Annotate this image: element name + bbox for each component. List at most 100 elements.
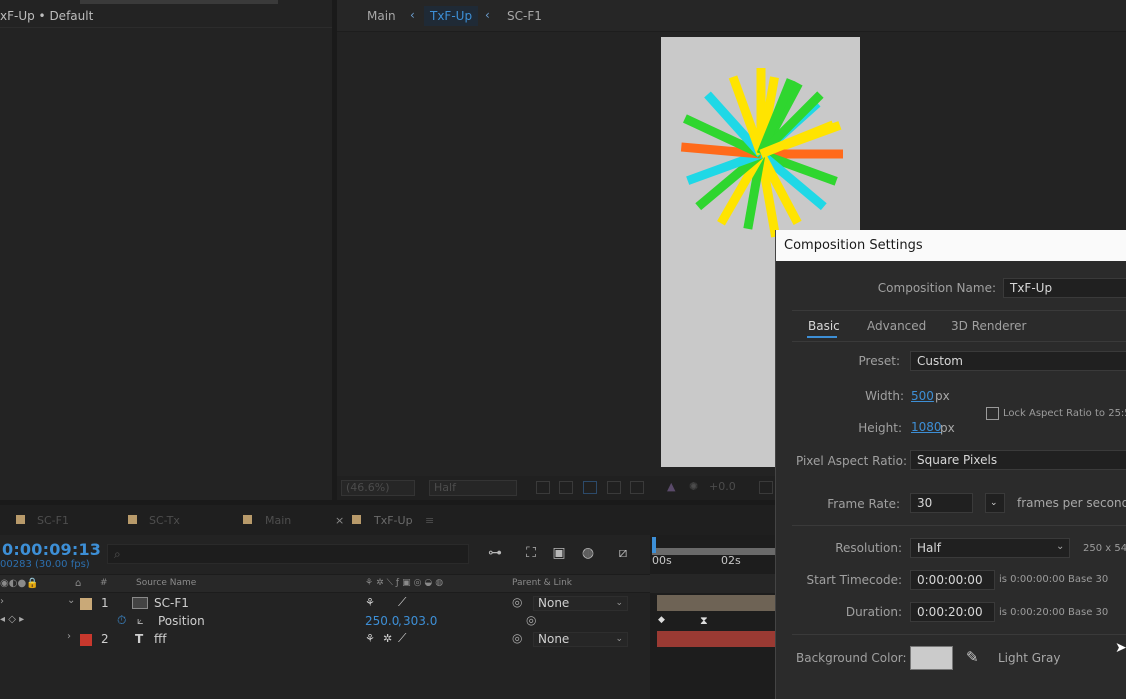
layer-number: 1 <box>101 596 109 610</box>
shy-switch-icon[interactable]: ⚘ <box>365 596 375 609</box>
resolution-label: Resolution: <box>835 541 902 555</box>
time-ruler[interactable]: 00s 02s <box>650 541 775 571</box>
layer-search-input[interactable]: ⌕ <box>107 544 469 564</box>
tab-main[interactable]: Main <box>265 514 291 527</box>
duration-input[interactable]: 0:00:20:00 <box>910 602 995 622</box>
divider <box>792 310 1126 311</box>
height-value-text[interactable]: 1080 <box>911 420 942 434</box>
timeline-time-graph[interactable]: 00s 02s ◆ ⧗ <box>650 535 775 699</box>
keyframe-icon[interactable]: ◆ <box>658 615 665 625</box>
chevron-down-icon[interactable]: ⌄ <box>67 595 75 606</box>
lock-aspect-checkbox[interactable] <box>986 407 999 420</box>
property-row[interactable]: ◂ ◇ ▸ ⏱ ⟀ Position 250.0 , 303.0 ◎ <box>0 613 650 631</box>
exposure-icon[interactable]: ✺ <box>689 480 698 496</box>
breadcrumb-main[interactable]: Main <box>367 9 396 23</box>
layer-label-color[interactable] <box>80 598 92 610</box>
hide-shy-layers-icon[interactable]: ▣ <box>550 545 568 561</box>
precomp-icon <box>132 597 148 609</box>
resolution-dropdown[interactable]: Half <box>910 538 1070 558</box>
collapse-switch-icon[interactable]: ✲ <box>383 632 392 645</box>
ruler-label-start: 00s <box>652 554 672 567</box>
source-name-header[interactable]: Source Name <box>136 578 196 588</box>
width-label: Width: <box>865 389 904 403</box>
mouse-cursor: ➤ <box>1115 640 1126 656</box>
draft-3d-icon[interactable]: ⛶ <box>522 545 540 561</box>
lock-aspect-label[interactable]: Lock Aspect Ratio to 25:54 <box>1003 408 1126 419</box>
parent-dropdown[interactable]: None ⌄ <box>533 596 628 611</box>
quality-switch-icon[interactable]: ⟋ <box>398 595 406 610</box>
current-time-display[interactable]: 0:00:09:13 <box>2 540 101 559</box>
chevron-left-icon: ‹ <box>485 8 490 22</box>
timeline-tab-bar: SC-F1 SC-Tx Main × TxF-Up ≡ <box>0 505 775 535</box>
magnification-dropdown[interactable]: (46.6%) <box>341 480 415 496</box>
width-value-text[interactable]: 500 <box>911 389 934 403</box>
layer-label-color[interactable] <box>80 634 92 646</box>
playhead[interactable] <box>652 537 656 553</box>
chevron-right-icon[interactable]: › <box>67 631 71 642</box>
ruler-track <box>650 574 775 593</box>
snapshot-icon[interactable] <box>759 481 773 494</box>
comp-name-label: Composition Name: <box>877 281 996 295</box>
start-timecode-input[interactable]: 0:00:00:00 <box>910 570 995 590</box>
frame-rate-input[interactable]: 30 <box>910 493 973 513</box>
panel-menu-icon[interactable]: ≡ <box>425 514 434 527</box>
quality-switch-icon[interactable]: ⟋ <box>398 631 406 646</box>
stopwatch-icon[interactable]: ⏱ <box>117 613 126 628</box>
pick-whip-icon[interactable]: ◎ <box>512 631 522 645</box>
resolution-dropdown[interactable]: Half <box>429 480 517 496</box>
width-value[interactable]: 500 <box>911 389 934 403</box>
bg-color-swatch[interactable] <box>910 646 953 670</box>
graph-editor-icon[interactable]: ⧄ <box>614 545 632 561</box>
height-value[interactable]: 1080 <box>911 420 942 434</box>
tab-sc-tx[interactable]: SC-Tx <box>149 514 180 527</box>
layer-bar-sc-f1[interactable] <box>657 595 775 611</box>
divider <box>792 634 1126 635</box>
parent-link-header: Parent & Link <box>512 578 572 588</box>
tab-advanced[interactable]: Advanced <box>867 319 926 333</box>
tab-basic[interactable]: Basic <box>808 319 840 333</box>
dialog-title: Composition Settings <box>776 230 1126 261</box>
composition-mini-flowchart-icon[interactable]: ⊶ <box>486 545 504 561</box>
preset-dropdown[interactable]: Custom <box>910 351 1126 371</box>
frame-rate-dropdown[interactable]: ⌄ <box>985 493 1005 513</box>
layer-row[interactable]: › ⌄ 1 SC-F1 ⚘ ⟋ ◎ None ⌄ <box>0 595 650 613</box>
exposure-value[interactable]: +0.0 <box>709 480 736 496</box>
tab-3d-renderer[interactable]: 3D Renderer <box>951 319 1026 333</box>
layer-bar-fff[interactable] <box>657 631 775 647</box>
keyframe-nav-icon[interactable]: ◂ ◇ ▸ <box>0 614 24 625</box>
search-icon: ⌕ <box>114 547 121 561</box>
layer-name[interactable]: SC-F1 <box>154 596 189 610</box>
breadcrumb-txf-up[interactable]: TxF-Up <box>424 6 479 26</box>
position-y-value[interactable]: 303.0 <box>403 614 437 628</box>
layer-row[interactable]: › 2 T fff ⚘ ✲ ⟋ ◎ None ⌄ <box>0 631 650 649</box>
pixel-aspect-dropdown[interactable]: Square Pixels <box>910 450 1126 470</box>
position-x-value[interactable]: 250.0 <box>365 614 399 628</box>
eyedropper-icon[interactable]: ✎ <box>966 648 979 666</box>
eye-icon[interactable]: › <box>0 596 4 607</box>
keyframe-icon[interactable]: ⧗ <box>700 614 708 628</box>
breadcrumb-sc-f1[interactable]: SC-F1 <box>507 9 542 23</box>
tab-sc-f1[interactable]: SC-F1 <box>37 514 69 527</box>
tab-txf-up[interactable]: TxF-Up <box>374 514 413 527</box>
comp-name-input[interactable]: TxF-Up <box>1003 278 1126 298</box>
mask-visibility-icon[interactable] <box>583 481 597 494</box>
transparency-grid-icon[interactable] <box>559 481 573 494</box>
pick-whip-icon[interactable]: ◎ <box>512 595 522 609</box>
frame-blending-icon[interactable]: ◍ <box>579 545 597 561</box>
width-unit: px <box>935 389 950 403</box>
active-tab-underline <box>807 336 837 338</box>
shy-switch-icon[interactable]: ⚘ <box>365 632 375 645</box>
fps-label: frames per second <box>1017 496 1126 510</box>
project-panel: xF-Up • Default <box>0 0 332 500</box>
parent-value: None <box>538 632 570 646</box>
layer-name[interactable]: fff <box>154 632 167 646</box>
grid-guides-icon[interactable] <box>630 481 644 494</box>
parent-dropdown[interactable]: None ⌄ <box>533 632 628 647</box>
expression-pick-whip-icon[interactable]: ◎ <box>526 613 536 627</box>
color-channel-icon[interactable]: ▲ <box>667 480 675 496</box>
fast-previews-icon[interactable] <box>536 481 550 494</box>
project-scrollbar[interactable] <box>80 0 278 4</box>
switches-header-icons: ⚘✲⟍ƒ▣◎◒◍ <box>365 578 447 588</box>
close-icon[interactable]: × <box>335 514 344 527</box>
region-of-interest-icon[interactable] <box>607 481 621 494</box>
